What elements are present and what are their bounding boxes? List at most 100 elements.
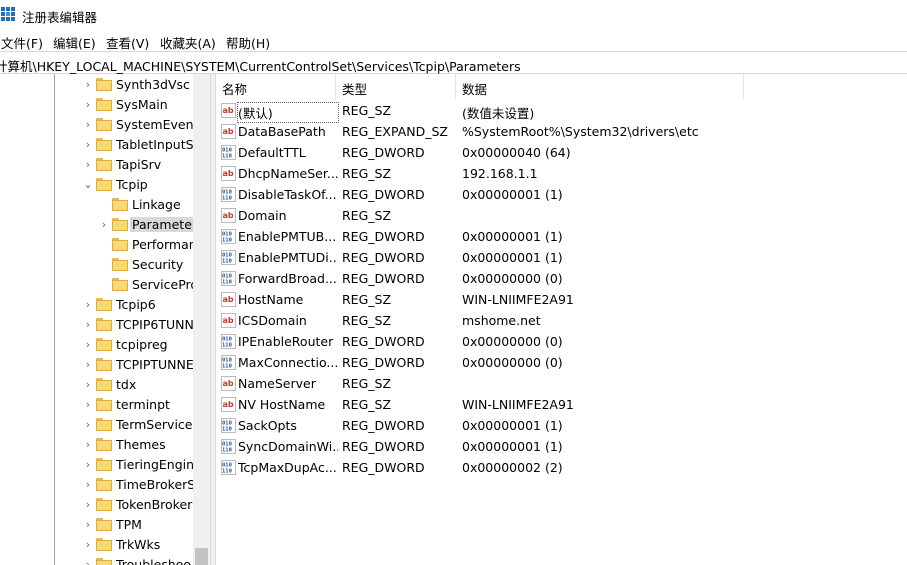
value-row[interactable]: ab ICSDomain REG_SZ mshome.net bbox=[216, 310, 907, 331]
chevron-right-icon[interactable]: › bbox=[82, 438, 94, 452]
chevron-right-icon[interactable]: › bbox=[82, 98, 94, 112]
tree-item[interactable]: › TPM bbox=[82, 515, 210, 535]
tree-item[interactable]: › terminpt bbox=[82, 395, 210, 415]
value-row[interactable]: ab HostName REG_SZ WIN-LNIIMFE2A91 bbox=[216, 289, 907, 310]
menu-help[interactable]: 帮助(H) bbox=[226, 33, 270, 52]
value-name: NameServer bbox=[238, 376, 316, 391]
tree-item[interactable]: › TabletInputSe bbox=[82, 135, 210, 155]
values-list[interactable]: 名称 类型 数据 ab (默认) REG_SZ (数值未设置) ab DataBasePa… bbox=[216, 74, 907, 565]
chevron-right-icon[interactable]: › bbox=[82, 298, 94, 312]
tree-item-label: Linkage bbox=[132, 197, 181, 212]
value-row[interactable]: 010 110 SackOpts REG_DWORD 0x00000001 (1) bbox=[216, 415, 907, 436]
tree-item[interactable]: › TCPIPTUNNE bbox=[82, 355, 210, 375]
tree-item[interactable]: › TCPIP6TUNN bbox=[82, 315, 210, 335]
menu-view[interactable]: 查看(V) bbox=[106, 33, 149, 52]
value-row[interactable]: 010 110 ForwardBroad... REG_DWORD 0x00000000… bbox=[216, 268, 907, 289]
value-row[interactable]: 010 110 TcpMaxDupAc... REG_DWORD 0x00000002 … bbox=[216, 457, 907, 478]
value-row[interactable]: 010 110 SyncDomainWi... REG_DWORD 0x00000001… bbox=[216, 436, 907, 457]
folder-icon bbox=[96, 78, 112, 91]
chevron-right-icon[interactable]: › bbox=[82, 458, 94, 472]
tree-item-label: Parameter bbox=[130, 217, 200, 232]
tree-item-label: Tcpip6 bbox=[116, 297, 156, 312]
tree-scroll-thumb[interactable] bbox=[195, 548, 208, 565]
value-row[interactable]: 010 110 DisableTaskOf... REG_DWORD 0x0000000… bbox=[216, 184, 907, 205]
chevron-right-icon[interactable]: › bbox=[82, 78, 94, 92]
chevron-right-icon[interactable]: › bbox=[82, 538, 94, 552]
tree-vertical-scrollbar[interactable] bbox=[193, 74, 210, 565]
value-row[interactable]: ab (默认) REG_SZ (数值未设置) bbox=[216, 100, 907, 123]
menu-edit[interactable]: 编辑(E) bbox=[53, 33, 96, 52]
tree-item[interactable]: › Synth3dVsc bbox=[82, 75, 210, 95]
folder-icon bbox=[96, 538, 112, 551]
value-row[interactable]: 010 110 IPEnableRouter REG_DWORD 0x00000000 … bbox=[216, 331, 907, 352]
tree-item[interactable]: › TermService bbox=[82, 415, 210, 435]
value-data: 0x00000000 (0) bbox=[462, 334, 563, 349]
value-row[interactable]: ab DhcpNameSer... REG_SZ 192.168.1.1 bbox=[216, 163, 907, 184]
tree-item-label: Themes bbox=[116, 437, 166, 452]
chevron-right-icon[interactable]: › bbox=[98, 218, 110, 232]
folder-icon bbox=[96, 498, 112, 511]
chevron-right-icon[interactable]: › bbox=[82, 358, 94, 372]
address-path[interactable]: 计算机\HKEY_LOCAL_MACHINE\SYSTEM\CurrentCon… bbox=[0, 56, 521, 75]
tree-item[interactable]: › SysMain bbox=[82, 95, 210, 115]
tree-item[interactable]: › TapiSrv bbox=[82, 155, 210, 175]
chevron-right-icon[interactable]: › bbox=[82, 138, 94, 152]
column-header-data[interactable]: 数据 bbox=[456, 74, 744, 100]
chevron-right-icon[interactable]: › bbox=[82, 558, 94, 565]
chevron-right-icon[interactable]: › bbox=[82, 118, 94, 132]
value-row[interactable]: ab DataBasePath REG_EXPAND_SZ %SystemRoot%\… bbox=[216, 121, 907, 142]
value-row[interactable]: 010 110 DefaultTTL REG_DWORD 0x00000040 (64) bbox=[216, 142, 907, 163]
chevron-right-icon[interactable]: › bbox=[82, 158, 94, 172]
svg-text:ab: ab bbox=[223, 316, 234, 325]
tree-item[interactable]: ⌄ Tcpip bbox=[82, 175, 210, 195]
value-row[interactable]: 010 110 EnablePMTUDi... REG_DWORD 0x00000001… bbox=[216, 247, 907, 268]
svg-text:ab: ab bbox=[223, 400, 234, 409]
menu-file[interactable]: 文件(F) bbox=[1, 33, 43, 52]
value-row[interactable]: ab NameServer REG_SZ bbox=[216, 373, 907, 394]
tree-item[interactable]: › Troubleshoo bbox=[82, 555, 210, 565]
chevron-right-icon[interactable]: › bbox=[82, 318, 94, 332]
tree-item[interactable]: › Tcpip6 bbox=[82, 295, 210, 315]
chevron-right-icon[interactable]: › bbox=[82, 478, 94, 492]
tree-item-label: TCPIPTUNNE bbox=[116, 357, 194, 372]
tree-item[interactable]: › Themes bbox=[82, 435, 210, 455]
column-header-type[interactable]: 类型 bbox=[336, 74, 456, 100]
column-header-name[interactable]: 名称 bbox=[216, 74, 336, 100]
value-row[interactable]: ab NV HostName REG_SZ WIN-LNIIMFE2A91 bbox=[216, 394, 907, 415]
menu-favorites[interactable]: 收藏夹(A) bbox=[160, 33, 216, 52]
value-row[interactable]: 010 110 EnablePMTUB... REG_DWORD 0x00000001 … bbox=[216, 226, 907, 247]
address-bar[interactable]: 计算机\HKEY_LOCAL_MACHINE\SYSTEM\CurrentCon… bbox=[0, 51, 907, 74]
folder-icon bbox=[96, 158, 112, 171]
string-value-icon: ab bbox=[221, 397, 236, 412]
tree-item[interactable]: › TieringEngine bbox=[82, 455, 210, 475]
chevron-right-icon[interactable]: › bbox=[82, 398, 94, 412]
tree-item-label: TabletInputSe bbox=[116, 137, 202, 152]
chevron-right-icon[interactable]: › bbox=[82, 418, 94, 432]
chevron-right-icon[interactable]: › bbox=[82, 378, 94, 392]
value-row[interactable]: 010 110 MaxConnectio... REG_DWORD 0x00000000… bbox=[216, 352, 907, 373]
value-row[interactable]: ab Domain REG_SZ bbox=[216, 205, 907, 226]
tree-item[interactable]: › TimeBrokerS bbox=[82, 475, 210, 495]
title-bar[interactable]: 注册表编辑器 bbox=[0, 0, 907, 31]
value-type: REG_DWORD bbox=[342, 250, 425, 265]
svg-text:ab: ab bbox=[223, 169, 234, 178]
chevron-right-icon[interactable]: › bbox=[82, 498, 94, 512]
tree-item[interactable]: › TokenBroker bbox=[82, 495, 210, 515]
string-value-icon: ab bbox=[221, 166, 236, 181]
chevron-right-icon[interactable]: › bbox=[82, 338, 94, 352]
tree-item[interactable]: › tcpipreg bbox=[82, 335, 210, 355]
value-data: 0x00000040 (64) bbox=[462, 145, 571, 160]
tree-item[interactable]: › tdx bbox=[82, 375, 210, 395]
tree-item-label: TCPIP6TUNN bbox=[116, 317, 194, 332]
value-type: REG_SZ bbox=[342, 166, 392, 181]
tree-item[interactable]: › SystemEvents bbox=[82, 115, 210, 135]
tree-item[interactable]: › TrkWks bbox=[82, 535, 210, 555]
chevron-right-icon[interactable]: › bbox=[82, 518, 94, 532]
binary-value-icon: 010110 bbox=[221, 439, 236, 454]
value-type: REG_SZ bbox=[342, 313, 392, 328]
chevron-down-icon[interactable]: ⌄ bbox=[82, 178, 94, 192]
value-name: HostName bbox=[238, 292, 304, 307]
tree-item-label: Security bbox=[132, 257, 184, 272]
key-tree[interactable]: › Synth3dVsc › SysMain › SystemEvents › TabletI… bbox=[0, 74, 210, 565]
tree-item-label: Troubleshoo bbox=[116, 557, 192, 565]
